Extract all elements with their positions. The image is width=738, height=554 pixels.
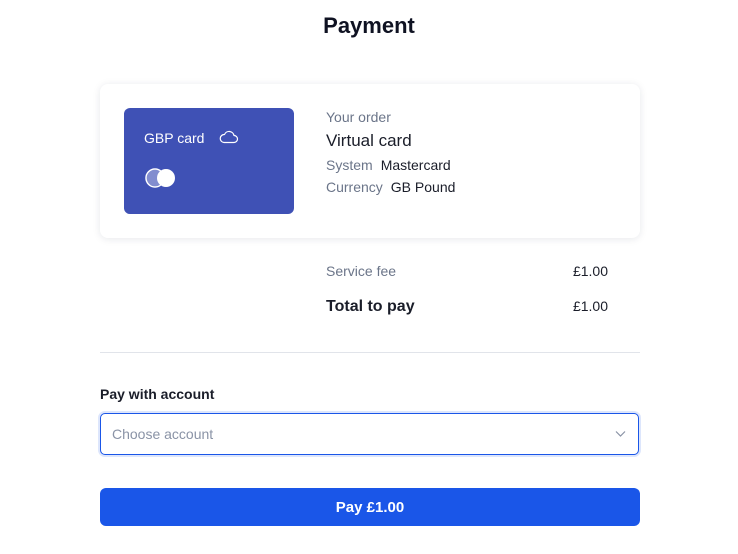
account-select[interactable]: Choose account [100, 413, 639, 455]
page-title: Payment [323, 13, 415, 38]
mastercard-icon [145, 168, 175, 188]
total-row: Total to pay £1.00 [326, 298, 608, 316]
card-name: GBP card [144, 130, 205, 146]
order-label: Your order [326, 109, 391, 125]
cloud-icon [219, 130, 239, 144]
detail-key-system: System [326, 157, 373, 173]
total-label: Total to pay [326, 298, 415, 315]
service-fee-value: £1.00 [572, 263, 608, 279]
order-product: Virtual card [326, 131, 412, 150]
detail-row-currency: Currency GB Pound [326, 179, 455, 195]
service-fee-label: Service fee [326, 263, 397, 279]
service-fee-row: Service fee £1.00 [326, 263, 608, 279]
pay-button[interactable]: Pay £1.00 [100, 488, 640, 526]
account-select-placeholder: Choose account [112, 426, 214, 442]
card-visual: GBP card [124, 108, 294, 214]
detail-value-currency: GB Pound [390, 179, 456, 195]
detail-value-system: Mastercard [380, 157, 451, 173]
order-details: Your order Virtual card System Mastercard… [326, 109, 455, 195]
chevron-down-icon [615, 431, 626, 437]
divider [100, 352, 640, 353]
pay-with-account-label: Pay with account [100, 386, 215, 402]
total-value: £1.00 [572, 298, 608, 314]
detail-key-currency: Currency [326, 179, 383, 195]
detail-row-system: System Mastercard [326, 157, 455, 173]
order-card: GBP card Your order Virtual card System M… [100, 84, 640, 238]
